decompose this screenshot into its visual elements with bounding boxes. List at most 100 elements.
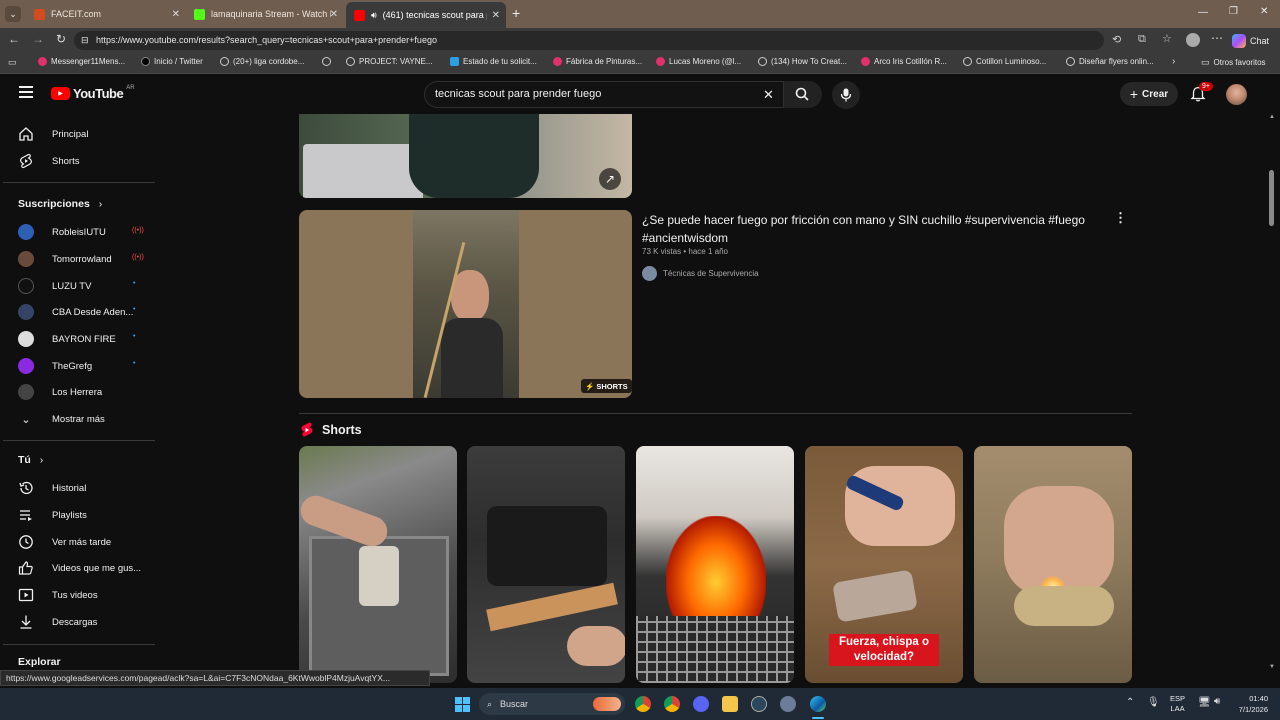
- short-card[interactable]: Fuerza, chispa o velocidad?: [805, 446, 963, 683]
- site-info-icon[interactable]: ⊟: [81, 31, 89, 50]
- sidebar-item-subscription[interactable]: TheGrefg: [18, 358, 92, 374]
- bookmark-item[interactable]: (20+) liga cordobe...: [220, 57, 304, 66]
- bookmark-item[interactable]: Diseñar flyers onlin...: [1066, 57, 1154, 66]
- menu-hamburger-icon[interactable]: [19, 86, 33, 98]
- bookmark-item[interactable]: Cotillon Luminoso...: [963, 57, 1046, 66]
- audio-playing-icon[interactable]: 🔊︎: [371, 10, 377, 21]
- account-avatar[interactable]: [1226, 84, 1247, 105]
- channel-name: CBA Desde Aden...: [52, 306, 134, 318]
- you-heading[interactable]: Tú ›: [18, 454, 43, 466]
- bookmark-item[interactable]: Inicio / Twitter: [141, 57, 203, 66]
- extensions-icon[interactable]: ⟲: [1112, 33, 1121, 46]
- tab-lamaquinaria[interactable]: lamaquinaria Stream - Watch Live ✕: [186, 4, 344, 24]
- sidebar-item-subscription[interactable]: RobleisIUTU: [18, 224, 106, 240]
- bookmark-item[interactable]: Arco Iris Cotillón R...: [861, 57, 947, 66]
- close-tab-icon[interactable]: ✕: [330, 9, 338, 20]
- notifications-button[interactable]: 9+: [1190, 82, 1213, 104]
- youtube-logo[interactable]: ▶ YouTube AR: [51, 85, 135, 101]
- bookmark-item[interactable]: Lucas Moreno (@l...: [656, 57, 741, 66]
- sidebar-item-shorts[interactable]: Shorts: [18, 153, 79, 169]
- sidebar-item-downloads[interactable]: Descargas: [18, 614, 97, 630]
- network-icon[interactable]: 🖥︎: [1198, 697, 1211, 708]
- steam-taskbar-icon[interactable]: [751, 696, 767, 712]
- show-hidden-icons-chevron-icon[interactable]: ⌃: [1126, 697, 1134, 708]
- settings-taskbar-icon[interactable]: [780, 696, 796, 712]
- minimize-window-button[interactable]: —: [1198, 7, 1208, 18]
- bookmark-item[interactable]: (134) How To Creat...: [758, 57, 847, 66]
- sidebar-item-principal[interactable]: Principal: [18, 126, 88, 142]
- tab-faceit[interactable]: FACEIT.com ✕: [26, 4, 186, 24]
- video-thumbnail[interactable]: ⚡ SHORTS: [299, 210, 632, 398]
- show-more-button[interactable]: ⌄ Mostrar más: [18, 411, 104, 427]
- bookmark-item[interactable]: Messenger11Mens...: [38, 57, 125, 66]
- bookmark-item[interactable]: [322, 57, 331, 66]
- taskbar-search-box[interactable]: ⌕ Buscar: [479, 693, 625, 715]
- close-tab-icon[interactable]: ✕: [492, 10, 500, 21]
- open-link-icon[interactable]: ↗: [599, 168, 621, 190]
- more-options-icon[interactable]: ⋯: [1211, 31, 1223, 45]
- scroll-up-arrow-icon[interactable]: ▲: [1269, 114, 1275, 120]
- previous-result-thumbnail[interactable]: ↗: [299, 114, 632, 198]
- sidebar-item-subscription[interactable]: LUZU TV: [18, 278, 91, 294]
- new-tab-button[interactable]: +: [512, 5, 520, 21]
- tab-list-dropdown-icon[interactable]: ⌄: [5, 6, 21, 22]
- restore-window-button[interactable]: ❐: [1229, 6, 1238, 17]
- microphone-tray-icon[interactable]: 🎙︎: [1147, 697, 1160, 708]
- sidebar-item-subscription[interactable]: Los Herrera: [18, 384, 102, 400]
- language-indicator[interactable]: ESP LAA: [1170, 694, 1185, 714]
- bookmark-item[interactable]: Fábrica de Pinturas...: [553, 57, 642, 66]
- favorites-star-icon[interactable]: ☆: [1162, 32, 1172, 45]
- subscriptions-heading[interactable]: Suscripciones ›: [18, 198, 102, 210]
- video-title[interactable]: ¿Se puede hacer fuego por fricción con m…: [642, 211, 1092, 247]
- sidebar-item-historial[interactable]: Historial: [18, 480, 86, 496]
- tab-title: FACEIT.com: [51, 9, 102, 19]
- bookmark-item[interactable]: PROJECT: VAYNE...: [346, 57, 433, 66]
- scroll-down-arrow-icon[interactable]: ▼: [1269, 664, 1275, 670]
- short-card[interactable]: [299, 446, 457, 683]
- sidebar-item-subscription[interactable]: Tomorrowland: [18, 251, 112, 267]
- copilot-chat-button[interactable]: Chat: [1232, 31, 1269, 50]
- short-card[interactable]: [636, 446, 794, 683]
- profile-avatar[interactable]: [1186, 33, 1200, 47]
- reload-button[interactable]: ↻: [56, 32, 66, 46]
- chrome-profile-taskbar-icon[interactable]: [664, 696, 680, 712]
- forward-button[interactable]: →: [32, 32, 44, 46]
- sidebar-item-subscription[interactable]: BAYRON FIRE: [18, 331, 116, 347]
- search-input[interactable]: tecnicas scout para prender fuego ✕: [424, 81, 784, 108]
- your-videos-icon: [18, 588, 34, 602]
- chrome-taskbar-icon[interactable]: [635, 696, 651, 712]
- channel-name: RobleisIUTU: [52, 226, 106, 238]
- sidebar-item-liked-videos[interactable]: Videos que me gus...: [18, 560, 141, 576]
- keyboard-layout-code: LAA: [1170, 704, 1185, 713]
- clear-search-icon[interactable]: ✕: [763, 82, 774, 107]
- page-scrollbar[interactable]: ▲ ▼: [1268, 114, 1276, 674]
- scrollbar-thumb[interactable]: [1269, 170, 1274, 226]
- edge-taskbar-icon[interactable]: [810, 696, 826, 712]
- split-screen-icon[interactable]: ⧉: [1138, 33, 1146, 46]
- short-card[interactable]: [974, 446, 1132, 683]
- sidebar-item-subscription[interactable]: CBA Desde Aden...: [18, 304, 133, 320]
- short-card[interactable]: [467, 446, 625, 683]
- other-favorites-folder[interactable]: ▭ Otros favoritos: [1201, 57, 1266, 68]
- voice-search-button[interactable]: [832, 81, 860, 109]
- sidebar-item-watch-later[interactable]: Ver más tarde: [18, 534, 111, 550]
- volume-icon[interactable]: 🔊︎: [1214, 696, 1220, 707]
- close-tab-icon[interactable]: ✕: [172, 9, 180, 20]
- create-button[interactable]: + Crear: [1120, 82, 1178, 106]
- tab-youtube-search[interactable]: 🔊︎ (461) tecnicas scout para prend ✕: [346, 2, 506, 28]
- clock[interactable]: 01:40 7/1/2026: [1232, 693, 1268, 715]
- file-explorer-taskbar-icon[interactable]: [722, 696, 738, 712]
- channel-link[interactable]: Técnicas de Supervivencia: [642, 266, 759, 281]
- discord-taskbar-icon[interactable]: [693, 696, 709, 712]
- windows-start-icon[interactable]: [455, 697, 470, 712]
- url-bar[interactable]: ⊟ https://www.youtube.com/results?search…: [74, 31, 1104, 50]
- back-button[interactable]: ←: [8, 32, 20, 46]
- tab-actions-icon[interactable]: ▭: [8, 57, 17, 68]
- bookmark-item[interactable]: Estado de tu solicit...: [450, 57, 537, 66]
- sidebar-item-playlists[interactable]: Playlists: [18, 507, 87, 523]
- more-actions-icon[interactable]: ⋮: [1114, 210, 1127, 226]
- close-window-button[interactable]: ✕: [1260, 6, 1268, 17]
- more-bookmarks-chevron-icon[interactable]: ›: [1172, 56, 1175, 67]
- search-button[interactable]: [784, 81, 822, 108]
- sidebar-item-your-videos[interactable]: Tus videos: [18, 587, 98, 603]
